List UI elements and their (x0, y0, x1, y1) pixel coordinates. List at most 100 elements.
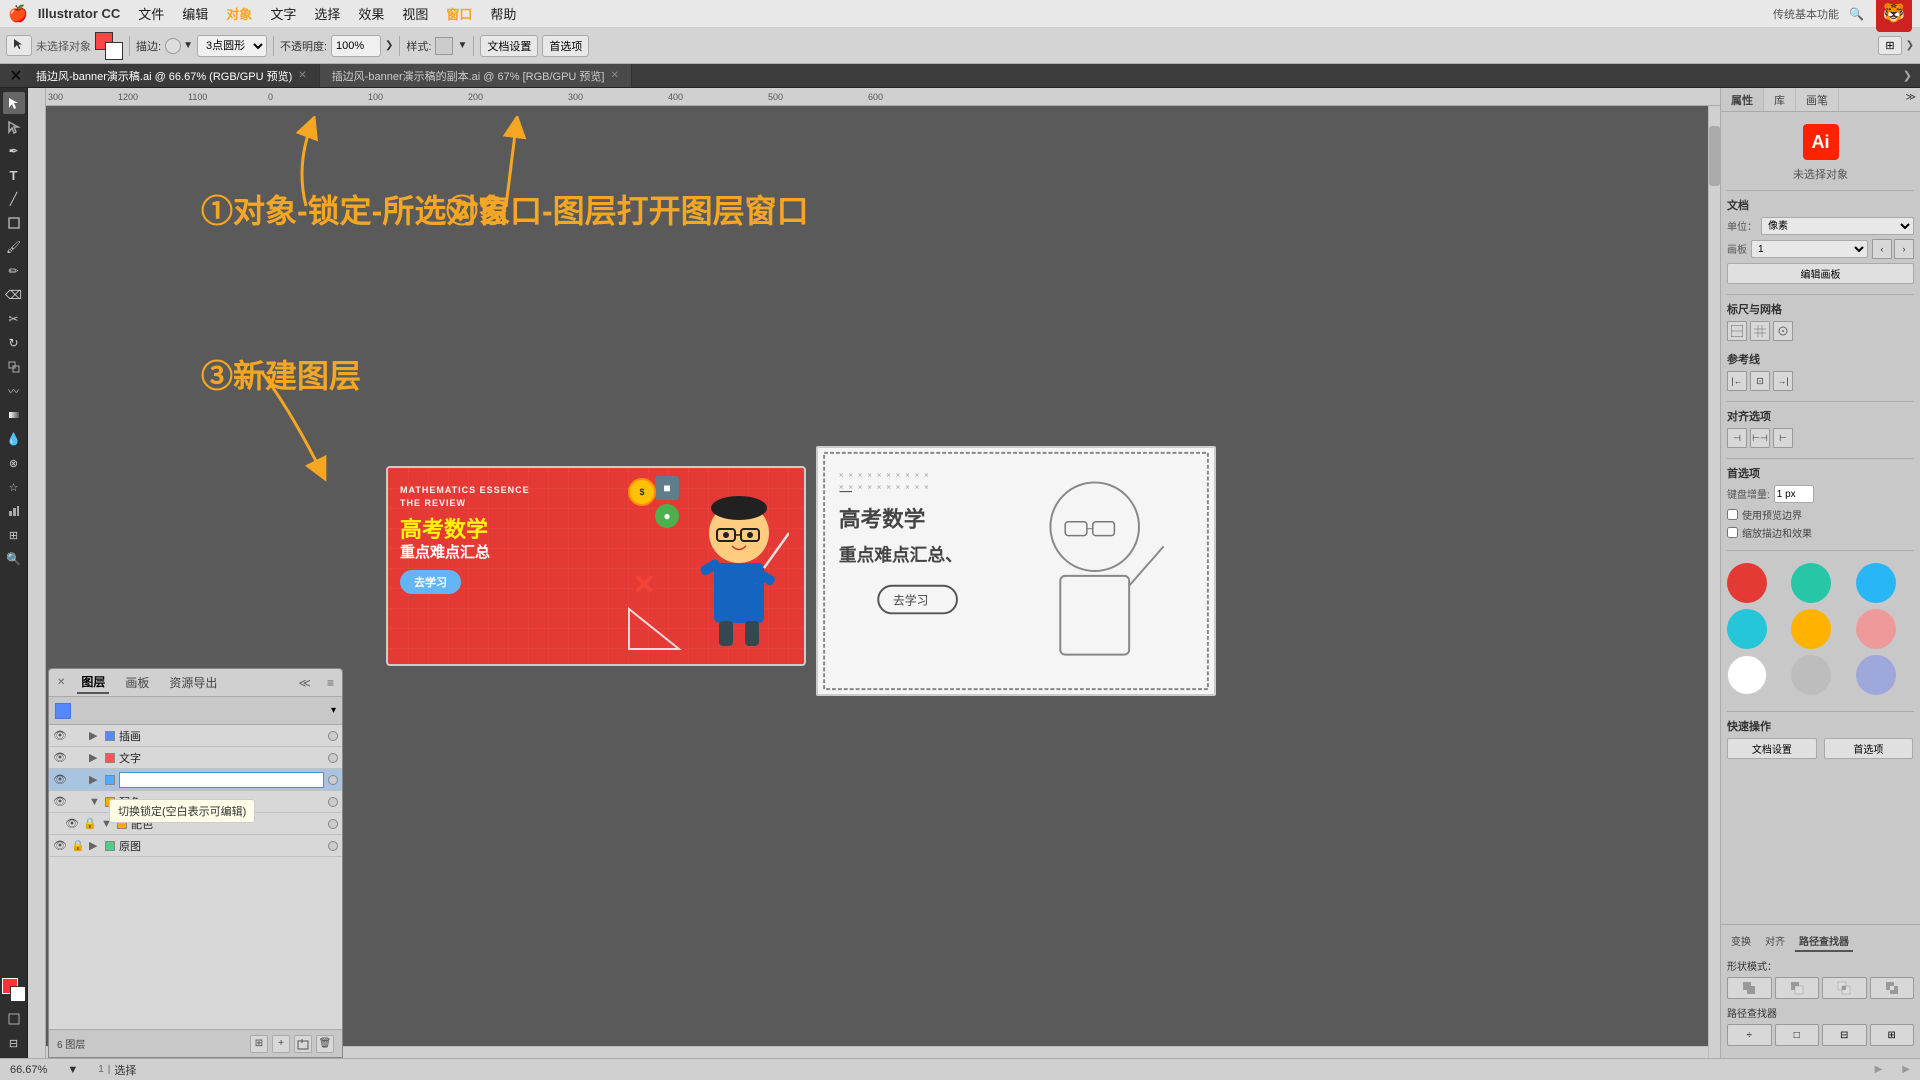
tab-2[interactable]: 插边风-banner演示稿的副本.ai @ 67% [RGB/GPU 预览] ✕ (320, 64, 632, 87)
layer-lock-4[interactable]: 🔒 (83, 817, 97, 830)
layer-target-3[interactable] (328, 797, 338, 807)
layers-close-btn[interactable]: ✕ (57, 677, 65, 688)
tab-1-close[interactable]: ✕ (298, 70, 306, 81)
guide-btn3[interactable]: →| (1773, 371, 1793, 391)
divide-btn[interactable]: ÷ (1727, 1024, 1772, 1046)
pencil-tool[interactable]: ✏ (3, 260, 25, 282)
preferences-btn[interactable]: 首选项 (542, 35, 589, 57)
crop-btn[interactable]: ⊞ (1870, 1024, 1915, 1046)
delete-layer-btn[interactable]: 🗑 (316, 1035, 334, 1053)
layer-row-2[interactable]: 👁 🔒 ▶ (49, 769, 342, 791)
layer-visibility-0[interactable]: 👁 (53, 729, 67, 742)
make-clip-mask-btn[interactable]: ⊞ (250, 1035, 268, 1053)
eraser-tool[interactable]: ⌫ (3, 284, 25, 306)
layer-target-0[interactable] (328, 731, 338, 741)
swatch-teal[interactable] (1791, 563, 1831, 603)
quick-prefs-btn[interactable]: 首选项 (1824, 738, 1914, 759)
keyboard-increment-input[interactable] (1774, 485, 1814, 503)
minus-front-btn[interactable] (1775, 977, 1820, 999)
stroke-style-select[interactable]: 3点圆形 (197, 35, 267, 57)
layer-visibility-1[interactable]: 👁 (53, 751, 67, 764)
blend-tool[interactable]: ⊗ (3, 452, 25, 474)
opacity-input[interactable] (331, 35, 381, 57)
menu-file[interactable]: 文件 (130, 2, 172, 25)
layer-visibility-5[interactable]: 👁 (53, 839, 67, 852)
ruler-btn[interactable] (1727, 321, 1747, 341)
layer-row-0[interactable]: 👁 🔒 ▶ 插画 (49, 725, 342, 747)
layers-menu-btn[interactable]: ≡ (327, 676, 334, 690)
swatch-cyan[interactable] (1727, 609, 1767, 649)
guide-btn2[interactable]: ⊡ (1750, 371, 1770, 391)
swatch-blue[interactable] (1856, 563, 1896, 603)
menu-window[interactable]: 窗口 (438, 2, 480, 25)
selection-tool-btn[interactable] (6, 35, 32, 56)
layer-row-5[interactable]: 👁 🔒 ▶ 原图 (49, 835, 342, 857)
eyedropper-tool[interactable]: 💧 (3, 428, 25, 450)
slice-tool[interactable]: ⊞ (3, 524, 25, 546)
layer-target-5[interactable] (328, 841, 338, 851)
status-arrow2-btn[interactable]: ▶ (1902, 1064, 1910, 1075)
units-select[interactable]: 像素 (1761, 217, 1914, 235)
menu-effect[interactable]: 效果 (350, 2, 392, 25)
layer-expand-5[interactable]: ▶ (89, 839, 101, 852)
menu-edit[interactable]: 编辑 (174, 2, 216, 25)
trim-btn[interactable]: □ (1775, 1024, 1820, 1046)
layer-visibility-2[interactable]: 👁 (53, 773, 67, 786)
warp-tool[interactable]: 〰 (3, 380, 25, 402)
scissors-tool[interactable]: ✂ (3, 308, 25, 330)
arrange-btn[interactable]: ⊞ (1878, 36, 1901, 55)
direct-selection-tool[interactable] (3, 116, 25, 138)
draw-mode-normal[interactable] (3, 1008, 25, 1030)
rpanel-tab-properties[interactable]: 属性 (1721, 88, 1764, 111)
artboard-select[interactable]: 1 (1751, 240, 1868, 258)
selection-tool[interactable] (3, 92, 25, 114)
quick-doc-settings-btn[interactable]: 文档设置 (1727, 738, 1817, 759)
tab-transform[interactable]: 变换 (1727, 931, 1755, 952)
swatch-red[interactable] (1727, 563, 1767, 603)
layer-expand-3[interactable]: ▼ (89, 796, 101, 808)
layer-name-edit-2[interactable] (119, 772, 324, 788)
tab-pathfinder[interactable]: 路径查找器 (1795, 931, 1853, 952)
rpanel-tab-library[interactable]: 库 (1764, 88, 1796, 111)
menu-object[interactable]: 对象 (218, 2, 260, 25)
menu-text[interactable]: 文字 (262, 2, 304, 25)
align-left-btn[interactable]: ⊣ (1727, 428, 1747, 448)
fill-stroke-small[interactable] (2, 978, 26, 1002)
scale-strokes-checkbox[interactable] (1727, 509, 1738, 520)
artboard-prev[interactable]: ‹ (1872, 239, 1892, 259)
layer-row-1[interactable]: 👁 🔒 ▶ 文字 (49, 747, 342, 769)
tab-2-close[interactable]: ✕ (610, 70, 618, 81)
screen-mode-btn[interactable]: ⊟ (3, 1032, 25, 1054)
symbol-tool[interactable]: ☆ (3, 476, 25, 498)
layer-expand-1[interactable]: ▶ (89, 751, 101, 764)
pen-tool[interactable]: ✒ (3, 140, 25, 162)
layer-expand-0[interactable]: ▶ (89, 729, 101, 742)
layers-tab-artboards[interactable]: 画板 (121, 672, 153, 693)
edit-artboard-btn[interactable]: 编辑画板 (1727, 263, 1914, 284)
layer-lock-5[interactable]: 🔒 (71, 839, 85, 852)
layer-lock-0[interactable]: 🔒 (71, 729, 85, 742)
tab-panel-icon[interactable]: ✕ (8, 68, 24, 84)
new-layer-btn[interactable] (294, 1035, 312, 1053)
unite-btn[interactable] (1727, 977, 1772, 999)
paintbrush-tool[interactable]: 🖌 (3, 236, 25, 258)
menu-view[interactable]: 视图 (394, 2, 436, 25)
layers-tab-export[interactable]: 资源导出 (165, 672, 221, 693)
apple-menu[interactable]: 🍎 (8, 4, 28, 24)
layer-target-4[interactable] (328, 819, 338, 829)
merge-btn[interactable]: ⊟ (1822, 1024, 1867, 1046)
layers-tab-layers[interactable]: 图层 (77, 671, 109, 694)
guide-btn1[interactable]: |← (1727, 371, 1747, 391)
gradient-tool[interactable] (3, 404, 25, 426)
swatch-amber[interactable] (1791, 609, 1831, 649)
layer-visibility-3[interactable]: 👁 (53, 795, 67, 808)
layers-options-btn[interactable]: ▾ (331, 705, 336, 716)
menu-select[interactable]: 选择 (306, 2, 348, 25)
snap-btn[interactable] (1773, 321, 1793, 341)
layer-lock-2[interactable]: 🔒 (71, 773, 85, 786)
new-sublayer-btn[interactable]: + (272, 1035, 290, 1053)
layer-lock-3[interactable]: 🔒 (71, 795, 85, 808)
swatch-pink[interactable] (1856, 609, 1896, 649)
align-center-h-btn[interactable]: ⊢⊣ (1750, 428, 1770, 448)
layer-visibility-4[interactable]: 👁 (65, 817, 79, 830)
